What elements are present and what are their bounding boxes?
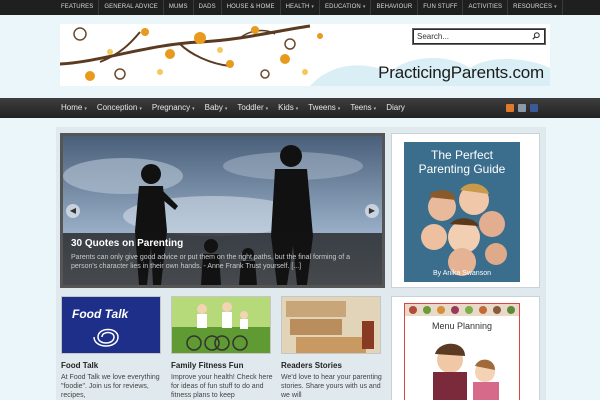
topnav-item-label: Health	[285, 4, 310, 10]
search-input[interactable]: Search...	[417, 32, 449, 41]
facebook-icon[interactable]	[530, 104, 538, 112]
topnav-item-label: General Advice	[104, 4, 158, 10]
book-author: By Anika Swanson	[433, 270, 491, 277]
topnav-item-label: Activities	[468, 4, 503, 10]
search-box[interactable]: Search...	[412, 28, 546, 45]
chevron-down-icon: ▾	[337, 106, 341, 112]
whats-your-story-graphic	[282, 297, 380, 353]
topnav-item-mums[interactable]: Mums	[164, 0, 194, 15]
nav-item-label: Tweens	[308, 103, 336, 112]
family-cycling-photo	[172, 297, 270, 353]
nav-item-label: Diary	[386, 103, 405, 112]
nav-item-label: Conception	[96, 103, 138, 112]
topnav-item-label: Dads	[198, 4, 216, 10]
chevron-right-icon: ▶	[368, 206, 376, 215]
social-icons	[506, 104, 538, 112]
card-readers-stories[interactable]: Readers Stories We'd love to hear your p…	[281, 296, 383, 400]
nav-item-diary[interactable]: Diary	[381, 98, 410, 118]
top-nav: Features General Advice Mums Dads House & Ho…	[0, 0, 600, 15]
nav-item-teens[interactable]: Teens ▾	[345, 98, 381, 118]
menu-planning-cover: Menu Planning	[404, 303, 520, 400]
menu-planning-photo	[405, 304, 519, 400]
nav-item-conception[interactable]: Conception ▾	[92, 98, 147, 118]
topnav-item-features[interactable]: Features	[56, 0, 100, 15]
topnav-item-label: Resources	[513, 4, 553, 10]
book-ad[interactable]: The Perfect Parenting Guide By Anika Swa…	[391, 133, 540, 288]
topnav-item-resources[interactable]: Resources ▾	[508, 0, 563, 15]
card-excerpt: Improve your health! Check here for idea…	[171, 374, 273, 399]
spiral-icon	[93, 328, 119, 347]
topnav-item-label: Features	[61, 4, 94, 10]
nav-item-label: Baby	[204, 103, 223, 112]
topnav-item-health[interactable]: Health ▾	[281, 0, 321, 15]
topnav-item-behaviour[interactable]: Behaviour	[371, 0, 419, 15]
topnav-item-label: Education	[325, 4, 361, 10]
topnav-item-house-home[interactable]: House & Home	[222, 0, 281, 15]
nav-item-kids[interactable]: Kids ▾	[273, 98, 303, 118]
card-food-talk[interactable]: Food Talk Food Talk At Food Talk we love…	[61, 296, 163, 400]
topnav-item-fun-stuff[interactable]: Fun Stuff	[418, 0, 464, 15]
slider-excerpt: Parents can only give good advice or put…	[71, 254, 351, 270]
topnav-item-dads[interactable]: Dads	[194, 0, 222, 15]
topnav-item-activities[interactable]: Activities	[463, 0, 509, 15]
chevron-down-icon: ▾	[295, 106, 299, 112]
card-title[interactable]: Readers Stories	[281, 361, 383, 370]
chevron-down-icon: ▾	[265, 106, 269, 112]
nav-item-home[interactable]: Home ▾	[56, 98, 92, 118]
slider-title[interactable]: 30 Quotes on Parenting	[71, 238, 374, 249]
nav-item-toddler[interactable]: Toddler ▾	[232, 98, 273, 118]
card-title[interactable]: Food Talk	[61, 361, 163, 370]
book-title-line2: Parenting Guide	[418, 162, 506, 176]
card-family-fitness[interactable]: Family Fitness Fun Improve your health! …	[171, 296, 273, 400]
topnav-item-label: Fun Stuff	[423, 4, 458, 10]
topnav-item-label: Mums	[168, 4, 188, 10]
email-icon[interactable]	[518, 104, 526, 112]
readers-stories-thumbnail[interactable]	[281, 296, 381, 354]
topnav-item-general-advice[interactable]: General Advice	[99, 0, 164, 15]
slider-next-button[interactable]: ▶	[365, 204, 379, 218]
nav-item-label: Kids	[278, 103, 294, 112]
nav-item-label: Pregnancy	[151, 103, 191, 112]
chevron-down-icon: ▾	[192, 106, 195, 112]
chevron-down-icon: ▾	[311, 4, 315, 10]
topnav-item-label: Behaviour	[376, 4, 413, 10]
nav-item-label: Toddler	[237, 103, 264, 112]
nav-item-label: Teens	[350, 103, 372, 112]
book-title-line1: The Perfect	[430, 148, 494, 162]
book-title: The Perfect Parenting Guide	[404, 148, 520, 176]
chevron-down-icon: ▾	[554, 4, 557, 10]
nav-item-pregnancy[interactable]: Pregnancy ▾	[147, 98, 200, 118]
menu-planning-ad[interactable]: Menu Planning	[391, 296, 540, 400]
family-fitness-thumbnail[interactable]	[171, 296, 271, 354]
rss-icon[interactable]	[506, 104, 514, 112]
card-excerpt: We'd love to hear your parenting stories…	[281, 374, 382, 399]
topnav-item-label: House & Home	[226, 4, 275, 10]
chevron-down-icon: ▾	[139, 106, 142, 112]
nav-item-label: Home	[61, 103, 83, 112]
chevron-down-icon: ▾	[224, 106, 228, 112]
featured-slider[interactable]: ◀ ▶ 30 Quotes on Parenting Parents can o…	[60, 133, 385, 288]
nav-item-baby[interactable]: Baby ▾	[200, 98, 233, 118]
card-excerpt: At Food Talk we love everything "foodie"…	[61, 374, 160, 399]
topnav-item-education[interactable]: Education ▾	[320, 0, 372, 15]
chevron-down-icon: ▾	[373, 106, 377, 112]
slider-caption: 30 Quotes on Parenting Parents can only …	[63, 233, 382, 285]
card-title[interactable]: Family Fitness Fun	[171, 361, 273, 370]
chevron-down-icon: ▾	[84, 106, 87, 112]
menu-planning-title: Menu Planning	[431, 321, 493, 331]
book-cover: The Perfect Parenting Guide By Anika Swa…	[404, 142, 520, 282]
search-icon[interactable]	[532, 32, 540, 40]
slider-prev-button[interactable]: ◀	[66, 204, 80, 218]
chevron-left-icon: ◀	[69, 206, 77, 215]
site-logo[interactable]: PracticingParents.com	[378, 63, 544, 83]
chevron-down-icon: ▾	[362, 4, 366, 10]
food-talk-thumbnail[interactable]: Food Talk	[61, 296, 161, 354]
nav-item-tweens[interactable]: Tweens ▾	[303, 98, 345, 118]
